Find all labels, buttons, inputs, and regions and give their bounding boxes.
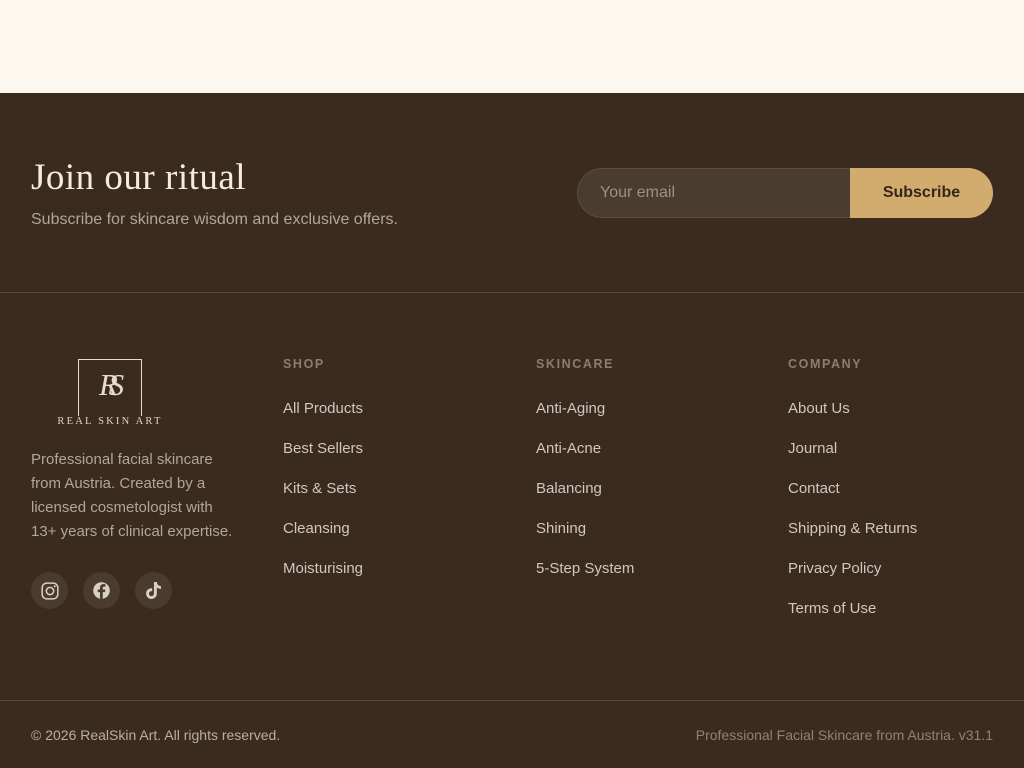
facebook-button[interactable] (83, 572, 120, 609)
footer-link-journal[interactable]: Journal (788, 440, 837, 457)
footer-link-contact[interactable]: Contact (788, 480, 840, 497)
footer-link-about-us[interactable]: About Us (788, 400, 850, 417)
logo-monogram: RS (99, 367, 121, 403)
footer-link-kits-sets[interactable]: Kits & Sets (283, 480, 356, 497)
footer-columns: RS REAL SKIN ART Professional facial ski… (0, 293, 1024, 700)
footer-link-moisturising[interactable]: Moisturising (283, 560, 363, 577)
newsletter-section: Join our ritual Subscribe for skincare w… (0, 93, 1024, 293)
instagram-icon (40, 581, 60, 601)
tagline-text: Professional Facial Skincare from Austri… (696, 727, 993, 743)
newsletter-form: Subscribe (577, 168, 993, 218)
company-column-heading: COMPANY (788, 357, 993, 372)
footer-link-shipping-returns[interactable]: Shipping & Returns (788, 520, 917, 537)
footer-link-5-step-system[interactable]: 5-Step System (536, 560, 634, 577)
footer-link-shining[interactable]: Shining (536, 520, 586, 537)
footer-link-cleansing[interactable]: Cleansing (283, 520, 350, 537)
brand-logo[interactable]: RS REAL SKIN ART (78, 359, 142, 421)
facebook-icon (91, 580, 112, 601)
newsletter-intro: Join our ritual Subscribe for skincare w… (31, 156, 398, 229)
footer-link-all-products[interactable]: All Products (283, 400, 363, 417)
instagram-button[interactable] (31, 572, 68, 609)
tiktok-button[interactable] (135, 572, 172, 609)
skincare-column-heading: SKINCARE (536, 357, 788, 372)
footer-link-balancing[interactable]: Balancing (536, 480, 602, 497)
copyright-text: © 2026 RealSkin Art. All rights reserved… (31, 727, 280, 743)
brand-column: RS REAL SKIN ART Professional facial ski… (31, 357, 283, 609)
company-column: COMPANY About Us Journal Contact Shippin… (788, 357, 993, 617)
newsletter-title: Join our ritual (31, 156, 398, 199)
logo-wordmark: REAL SKIN ART (54, 416, 165, 427)
email-input[interactable] (577, 168, 850, 218)
footer-link-anti-acne[interactable]: Anti-Acne (536, 440, 601, 457)
footer-link-best-sellers[interactable]: Best Sellers (283, 440, 363, 457)
social-links (31, 572, 283, 609)
skincare-column: SKINCARE Anti-Aging Anti-Acne Balancing … (536, 357, 788, 577)
newsletter-subtitle: Subscribe for skincare wisdom and exclus… (31, 211, 398, 229)
footer-link-privacy-policy[interactable]: Privacy Policy (788, 560, 881, 577)
tiktok-icon (146, 582, 161, 599)
brand-description: Professional facial skincare from Austri… (31, 448, 236, 544)
shop-column: SHOP All Products Best Sellers Kits & Se… (283, 357, 536, 577)
footer: Join our ritual Subscribe for skincare w… (0, 93, 1024, 768)
page-content-above-footer (0, 0, 1024, 93)
shop-column-heading: SHOP (283, 357, 536, 372)
bottom-bar: © 2026 RealSkin Art. All rights reserved… (0, 700, 1024, 768)
footer-link-terms-of-use[interactable]: Terms of Use (788, 600, 876, 617)
subscribe-button[interactable]: Subscribe (850, 168, 993, 218)
footer-link-anti-aging[interactable]: Anti-Aging (536, 400, 605, 417)
